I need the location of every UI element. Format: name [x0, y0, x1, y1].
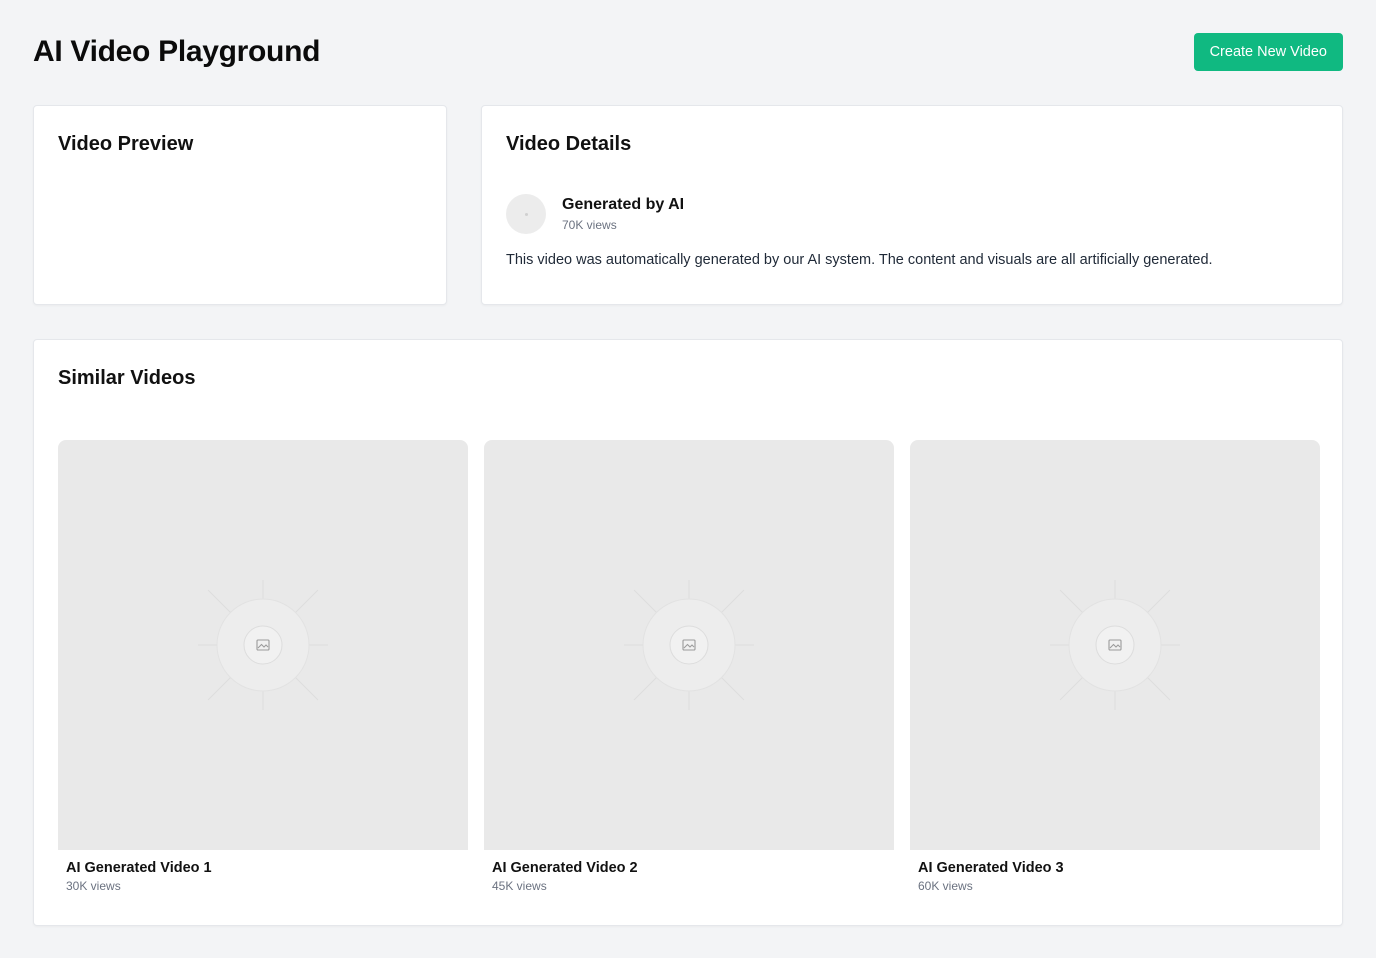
video-details-card: Video Details Generated by AI 70K views … — [481, 105, 1343, 305]
video-preview-card: Video Preview — [33, 105, 447, 305]
video-preview-title: Video Preview — [58, 133, 194, 155]
video-title[interactable]: AI Generated Video 3 — [918, 860, 1320, 876]
similar-video-item[interactable]: AI Generated Video 2 45K views — [484, 440, 894, 893]
video-description: This video was automatically generated b… — [506, 252, 1213, 268]
video-views: 30K views — [66, 879, 121, 893]
video-views: 60K views — [918, 879, 973, 893]
similar-video-item[interactable]: AI Generated Video 3 60K views — [910, 440, 1320, 893]
video-thumbnail[interactable] — [484, 440, 894, 850]
video-views: 45K views — [492, 879, 547, 893]
similar-videos-title: Similar Videos — [58, 367, 196, 389]
page-header: AI Video Playground Create New Video — [33, 33, 1343, 71]
avatar — [506, 194, 546, 234]
video-thumbnail[interactable] — [58, 440, 468, 850]
author-name: Generated by AI — [562, 196, 685, 213]
image-placeholder-icon — [1050, 580, 1180, 710]
image-placeholder-icon — [624, 580, 754, 710]
video-title[interactable]: AI Generated Video 2 — [492, 860, 894, 876]
image-placeholder-icon — [198, 580, 328, 710]
similar-videos-grid: AI Generated Video 1 30K views AI Genera… — [58, 440, 1320, 893]
video-title[interactable]: AI Generated Video 1 — [66, 860, 468, 876]
author-views: 70K views — [562, 218, 617, 232]
similar-videos-card: Similar Videos AI Generated Video 1 30K … — [33, 339, 1343, 926]
author-row: Generated by AI 70K views — [506, 194, 1318, 234]
create-new-video-button[interactable]: Create New Video — [1193, 33, 1343, 71]
page-title: AI Video Playground — [33, 35, 321, 68]
video-thumbnail[interactable] — [910, 440, 1320, 850]
author-info: Generated by AI 70K views — [562, 195, 684, 233]
avatar-placeholder-icon — [524, 212, 528, 216]
similar-video-item[interactable]: AI Generated Video 1 30K views — [58, 440, 468, 893]
video-details-title: Video Details — [506, 133, 632, 155]
